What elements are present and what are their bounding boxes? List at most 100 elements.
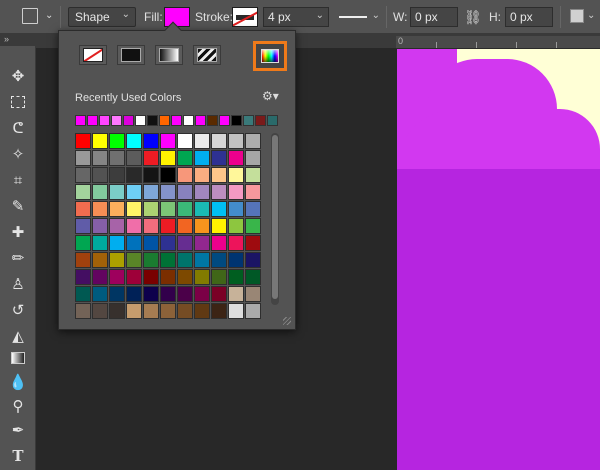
color-swatch[interactable] <box>211 133 227 149</box>
collapse-panel-icon[interactable]: » <box>4 34 9 44</box>
color-swatch[interactable] <box>194 286 210 302</box>
color-picker-button[interactable] <box>253 41 287 71</box>
color-swatch[interactable] <box>75 218 91 234</box>
color-swatch[interactable] <box>245 133 261 149</box>
color-swatch[interactable] <box>109 269 125 285</box>
color-swatch[interactable] <box>75 150 91 166</box>
brush-tool-icon[interactable]: ✏ <box>6 246 30 270</box>
color-swatch[interactable] <box>228 150 244 166</box>
color-swatch[interactable] <box>92 235 108 251</box>
color-swatch[interactable] <box>211 167 227 183</box>
color-swatch[interactable] <box>92 269 108 285</box>
color-swatch[interactable] <box>177 303 193 319</box>
color-swatch[interactable] <box>109 150 125 166</box>
color-swatch[interactable] <box>194 167 210 183</box>
color-swatch[interactable] <box>245 303 261 319</box>
clone-stamp-tool-icon[interactable]: ♙ <box>6 272 30 296</box>
color-swatch[interactable] <box>126 286 142 302</box>
color-swatch[interactable] <box>228 286 244 302</box>
color-swatch[interactable] <box>211 252 227 268</box>
chevron-down-icon[interactable]: ⌄ <box>587 10 595 21</box>
color-swatch[interactable] <box>228 269 244 285</box>
link-icon[interactable]: ⛓ <box>464 9 482 26</box>
move-tool-icon[interactable]: ✥ <box>6 64 30 88</box>
color-swatch[interactable] <box>143 167 159 183</box>
tool-mode-select[interactable]: Shape ⌄ <box>68 7 136 27</box>
color-swatch[interactable] <box>75 167 91 183</box>
color-swatch[interactable] <box>194 252 210 268</box>
color-swatch[interactable] <box>109 235 125 251</box>
recent-color-swatch[interactable] <box>159 115 170 126</box>
color-swatch[interactable] <box>228 201 244 217</box>
color-swatch[interactable] <box>245 252 261 268</box>
recent-color-swatch[interactable] <box>99 115 110 126</box>
crop-tool-icon[interactable]: ⌗ <box>6 168 30 192</box>
color-swatch[interactable] <box>245 218 261 234</box>
color-swatch[interactable] <box>211 269 227 285</box>
recent-color-swatch[interactable] <box>219 115 230 126</box>
color-swatch[interactable] <box>194 303 210 319</box>
color-swatch[interactable] <box>92 133 108 149</box>
fill-color-swatch[interactable] <box>164 7 190 27</box>
pen-tool-icon[interactable]: ✒ <box>6 418 30 442</box>
color-swatch[interactable] <box>126 184 142 200</box>
color-swatch[interactable] <box>92 150 108 166</box>
eraser-tool-icon[interactable]: ◭ <box>6 324 30 348</box>
scrollbar-thumb[interactable] <box>272 135 278 299</box>
color-swatch[interactable] <box>228 252 244 268</box>
document-image[interactable] <box>397 49 600 470</box>
recent-color-swatch[interactable] <box>147 115 158 126</box>
color-swatch[interactable] <box>92 218 108 234</box>
color-swatch[interactable] <box>143 269 159 285</box>
magic-wand-tool-icon[interactable]: ✧ <box>6 142 30 166</box>
recent-color-swatch[interactable] <box>255 115 266 126</box>
color-swatch[interactable] <box>211 201 227 217</box>
color-swatch[interactable] <box>228 303 244 319</box>
recent-color-swatch[interactable] <box>87 115 98 126</box>
color-swatch[interactable] <box>160 218 176 234</box>
recent-color-swatch[interactable] <box>195 115 206 126</box>
color-swatch[interactable] <box>126 167 142 183</box>
recent-color-swatch[interactable] <box>183 115 194 126</box>
marquee-tool-icon[interactable] <box>6 90 30 114</box>
color-swatch[interactable] <box>75 269 91 285</box>
color-swatch[interactable] <box>75 133 91 149</box>
color-swatch[interactable] <box>194 150 210 166</box>
color-swatch[interactable] <box>228 167 244 183</box>
recent-color-swatch[interactable] <box>243 115 254 126</box>
color-swatch[interactable] <box>177 167 193 183</box>
color-swatch[interactable] <box>75 286 91 302</box>
color-swatch[interactable] <box>160 133 176 149</box>
color-swatch[interactable] <box>160 269 176 285</box>
color-swatch[interactable] <box>75 201 91 217</box>
color-swatch[interactable] <box>109 286 125 302</box>
color-swatch[interactable] <box>228 184 244 200</box>
color-swatch[interactable] <box>92 252 108 268</box>
color-swatch[interactable] <box>160 184 176 200</box>
height-field[interactable]: 0 px <box>505 7 553 27</box>
color-swatch[interactable] <box>228 235 244 251</box>
color-swatch[interactable] <box>160 252 176 268</box>
color-swatch[interactable] <box>126 269 142 285</box>
color-swatch[interactable] <box>143 235 159 251</box>
color-swatch[interactable] <box>245 150 261 166</box>
color-swatch[interactable] <box>126 201 142 217</box>
recent-color-swatch[interactable] <box>123 115 134 126</box>
color-swatch[interactable] <box>194 269 210 285</box>
color-swatch[interactable] <box>109 252 125 268</box>
swatch-scrollbar[interactable] <box>271 133 279 305</box>
tool-preset-picker[interactable] <box>22 8 38 24</box>
color-swatch[interactable] <box>177 133 193 149</box>
color-swatch[interactable] <box>177 184 193 200</box>
color-swatch[interactable] <box>228 218 244 234</box>
gear-icon[interactable]: ⚙▾ <box>262 89 279 103</box>
color-swatch[interactable] <box>109 201 125 217</box>
color-swatch[interactable] <box>109 184 125 200</box>
color-swatch[interactable] <box>109 133 125 149</box>
color-swatch[interactable] <box>143 286 159 302</box>
color-swatch[interactable] <box>160 303 176 319</box>
color-swatch[interactable] <box>126 303 142 319</box>
no-color-button[interactable] <box>79 45 107 65</box>
width-field[interactable]: 0 px <box>410 7 458 27</box>
color-swatch[interactable] <box>177 269 193 285</box>
